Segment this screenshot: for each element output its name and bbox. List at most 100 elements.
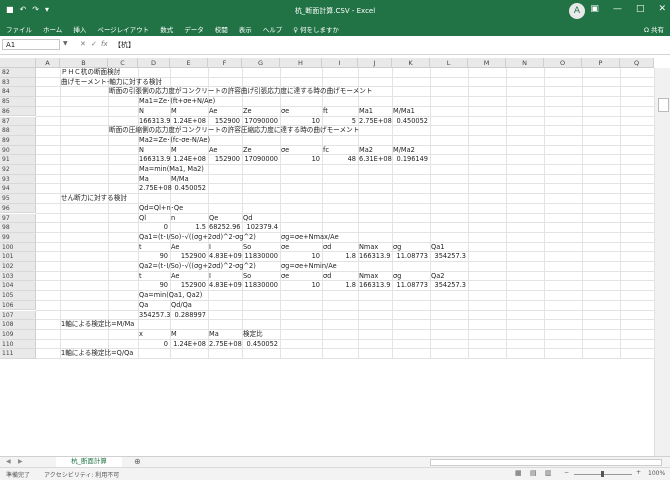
row-header[interactable]: 104 (0, 281, 36, 292)
ribbon-tab[interactable]: ファイル (6, 24, 32, 34)
cell[interactable]: So (243, 272, 251, 282)
cell[interactable]: 17090000 (243, 155, 278, 165)
avatar[interactable]: A (569, 3, 585, 19)
column-header[interactable]: A (36, 58, 60, 68)
row-header[interactable]: 93 (0, 174, 36, 185)
column-header[interactable]: K (392, 58, 430, 68)
cell[interactable]: 2.75E+08 (359, 117, 392, 127)
cell[interactable]: Qa2=(t･I/So)･√((σg+2σd)^2-σg^2) (139, 262, 256, 272)
cell[interactable]: M (171, 330, 177, 340)
cell[interactable]: Ze (243, 107, 252, 117)
cell[interactable]: 1.24E+08 (171, 155, 206, 165)
cell[interactable]: σg (393, 272, 401, 282)
cell[interactable]: 11830000 (243, 281, 278, 291)
cell[interactable]: Ae (171, 243, 179, 253)
cell[interactable]: 17090000 (243, 117, 278, 127)
cell[interactable]: 166313.9 (139, 155, 170, 165)
column-header[interactable]: J (358, 58, 392, 68)
row-header[interactable]: 108 (0, 320, 36, 330)
cell[interactable]: せん断力に対する検討 (61, 194, 127, 204)
cell[interactable]: Ae (209, 107, 217, 117)
zoom-in-button[interactable]: + (636, 469, 641, 476)
column-header[interactable]: E (170, 58, 208, 68)
column-header[interactable]: H (280, 58, 322, 68)
cell[interactable]: N (139, 146, 144, 156)
cell[interactable]: σe (281, 243, 289, 253)
cell[interactable]: Ma1=Ze･(ft+σe+N/Ae) (139, 97, 215, 107)
cell[interactable]: t (139, 272, 142, 282)
row-header[interactable]: 107 (0, 310, 36, 321)
cell[interactable]: 0 (139, 223, 168, 233)
cell[interactable]: Nmax (359, 243, 378, 253)
function-icon[interactable]: fx (101, 40, 108, 48)
row-header[interactable]: 85 (0, 97, 36, 107)
cell[interactable]: Ma2 (359, 146, 373, 156)
cell[interactable]: Ma2=Ze･(fc-σe-N/Ae) (139, 136, 210, 146)
cell[interactable]: 断面の圧縮側の応力度がコンクリートの許容圧縮応力度に達する時の曲げモーメント (109, 126, 359, 136)
cell[interactable]: Qa1 (431, 243, 444, 253)
cell[interactable]: 1.24E+08 (171, 340, 206, 350)
cell[interactable]: 曲げモーメント-軸力に対する検討 (61, 78, 162, 88)
cell[interactable]: 166313.9 (139, 117, 170, 127)
cell[interactable]: M/Ma (171, 175, 189, 185)
row-header[interactable]: 91 (0, 155, 36, 165)
cell[interactable]: 0.450052 (243, 340, 278, 350)
row-header[interactable]: 100 (0, 242, 36, 253)
cancel-icon[interactable]: ✕ (80, 40, 86, 48)
row-header[interactable]: 92 (0, 165, 36, 175)
row-header[interactable]: 105 (0, 291, 36, 301)
column-header[interactable]: P (582, 58, 620, 68)
scroll-thumb[interactable] (658, 98, 669, 112)
row-header[interactable]: 110 (0, 339, 36, 350)
cell[interactable]: σg (393, 243, 401, 253)
cell[interactable]: 1.8 (323, 252, 357, 262)
cell[interactable]: 152900 (209, 155, 240, 165)
cell[interactable]: 10 (281, 281, 320, 291)
row-header[interactable]: 95 (0, 194, 36, 204)
close-button[interactable]: ✕ (658, 4, 666, 14)
ribbon-tab[interactable]: 校閲 (215, 24, 228, 34)
row-header[interactable]: 109 (0, 329, 36, 340)
cell[interactable]: 10 (281, 117, 320, 127)
cell[interactable]: M/Ma1 (393, 107, 415, 117)
cell[interactable]: 152900 (171, 281, 206, 291)
cell[interactable]: 354257.3 (431, 281, 466, 291)
cell[interactable]: Ae (171, 272, 179, 282)
cell[interactable]: σd (323, 272, 331, 282)
page-break-icon[interactable]: ▥ (545, 469, 552, 477)
nav-prev-icon[interactable]: ◀ (6, 458, 11, 465)
cell[interactable]: 0.196149 (393, 155, 428, 165)
accessibility-status[interactable]: アクセシビリティ: 利用不可 (44, 470, 119, 479)
column-header[interactable]: L (430, 58, 468, 68)
ribbon-tab[interactable]: ページレイアウト (97, 24, 149, 34)
minimize-button[interactable]: — (613, 4, 622, 14)
cell[interactable]: n (171, 214, 175, 224)
cell[interactable]: 166313.9 (359, 252, 390, 262)
cell[interactable]: 0.288997 (171, 311, 206, 321)
cell[interactable]: 1軸による検定比=M/Ma (61, 320, 134, 330)
add-sheet-button[interactable]: ⊕ (134, 457, 141, 466)
cell[interactable]: Nmax (359, 272, 378, 282)
row-header[interactable]: 99 (0, 232, 36, 243)
cell[interactable]: 0.450052 (393, 117, 428, 127)
cell[interactable]: 10 (281, 155, 320, 165)
row-header[interactable]: 97 (0, 213, 36, 224)
cell[interactable]: So (243, 243, 251, 253)
row-header[interactable]: 103 (0, 271, 36, 282)
row-header[interactable]: 98 (0, 223, 36, 233)
ribbon-tab[interactable]: 挿入 (73, 24, 86, 34)
formula-input[interactable]: 【杭】 (114, 40, 135, 50)
nav-next-icon[interactable]: ▶ (18, 458, 23, 465)
cell[interactable]: 152900 (209, 117, 240, 127)
cell[interactable]: 1.5 (171, 223, 207, 233)
cell[interactable]: 152900 (171, 252, 206, 262)
row-header[interactable]: 101 (0, 252, 36, 262)
ribbon-display-icon[interactable]: ▣ (590, 4, 599, 14)
row-header[interactable]: 86 (0, 106, 36, 117)
cell[interactable]: 検定比 (243, 330, 263, 340)
cell[interactable]: 354257.3 (431, 252, 466, 262)
cell[interactable]: σg=σe+Nmin/Ae (281, 262, 337, 272)
row-header[interactable]: 94 (0, 184, 36, 195)
cell[interactable]: 2.75E+08 (139, 184, 172, 194)
cell[interactable]: Qd=Ql+n･Qe (139, 204, 183, 214)
